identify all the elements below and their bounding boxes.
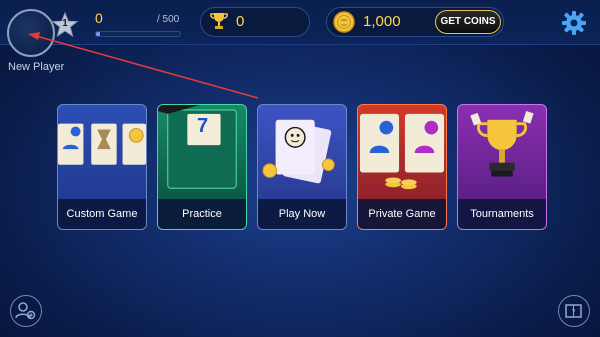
- tournaments-card[interactable]: Tournaments: [457, 104, 547, 230]
- custom-game-label: Custom Game: [58, 199, 146, 229]
- practice-label: Practice: [158, 199, 246, 229]
- rules-button[interactable]: ?: [558, 295, 590, 327]
- tournaments-label: Tournaments: [458, 199, 546, 229]
- game-mode-cards: Custom Game 7 Practice Play Now Private …: [0, 0, 600, 337]
- play-now-label: Play Now: [258, 199, 346, 229]
- friends-button[interactable]: [10, 295, 42, 327]
- svg-text:?: ?: [572, 309, 576, 316]
- tournaments-art: [470, 110, 534, 177]
- practice-card[interactable]: 7 Practice: [157, 104, 247, 230]
- custom-game-card[interactable]: Custom Game: [57, 104, 147, 230]
- custom-game-art: [58, 123, 146, 165]
- practice-tile-number: 7: [197, 115, 209, 137]
- private-game-card[interactable]: Private Game: [357, 104, 447, 230]
- private-game-label: Private Game: [358, 199, 446, 229]
- friends-icon: [15, 302, 36, 320]
- rules-book-icon: ?: [565, 304, 582, 318]
- play-now-art: [262, 119, 335, 184]
- graduation-cap-icon: [157, 104, 205, 109]
- play-now-card[interactable]: Play Now: [257, 104, 347, 230]
- private-game-art: [359, 113, 445, 190]
